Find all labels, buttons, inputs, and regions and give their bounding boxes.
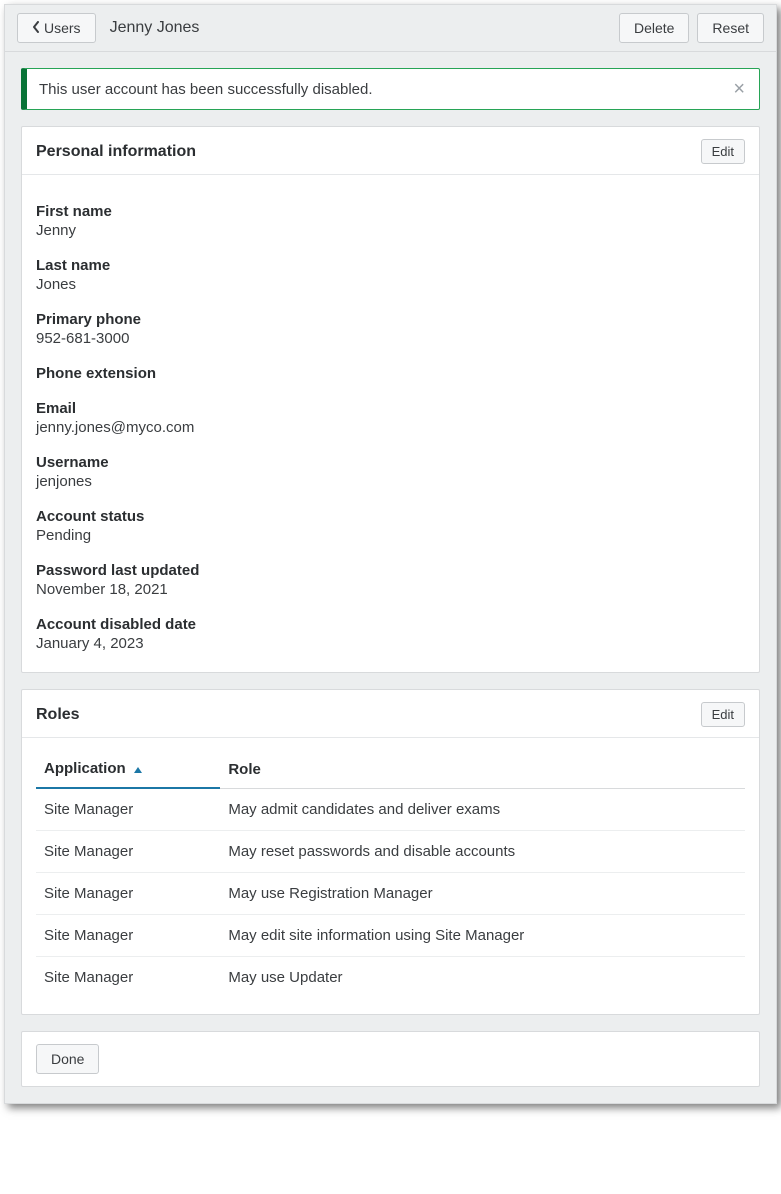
done-button[interactable]: Done	[36, 1044, 99, 1074]
back-users-button[interactable]: Users	[17, 13, 96, 43]
col-role-header[interactable]: Role	[220, 748, 745, 788]
col-application-label: Application	[44, 760, 126, 777]
alert-close-button[interactable]: ×	[729, 79, 749, 99]
delete-button[interactable]: Delete	[619, 13, 689, 43]
table-row: Site ManagerMay edit site information us…	[36, 915, 745, 957]
email-value: jenny.jones@myco.com	[36, 419, 745, 436]
roles-panel: Roles Edit Application	[21, 689, 760, 1015]
table-row: Site ManagerMay admit candidates and del…	[36, 788, 745, 831]
cell-application: Site Manager	[36, 873, 220, 915]
cell-role: May use Updater	[220, 957, 745, 999]
account-status-value: Pending	[36, 527, 745, 544]
page-title: Jenny Jones	[110, 19, 200, 37]
edit-personal-button[interactable]: Edit	[701, 139, 745, 164]
account-status-label: Account status	[36, 508, 745, 525]
roles-title: Roles	[36, 706, 701, 724]
table-row: Site ManagerMay use Registration Manager	[36, 873, 745, 915]
username-label: Username	[36, 454, 745, 471]
back-users-label: Users	[44, 20, 81, 36]
disabled-date-label: Account disabled date	[36, 616, 745, 633]
edit-roles-button[interactable]: Edit	[701, 702, 745, 727]
phone-ext-label: Phone extension	[36, 365, 745, 382]
pwd-updated-value: November 18, 2021	[36, 581, 745, 598]
close-icon: ×	[733, 78, 745, 100]
footer-panel: Done	[21, 1031, 760, 1087]
cell-application: Site Manager	[36, 831, 220, 873]
table-row: Site ManagerMay reset passwords and disa…	[36, 831, 745, 873]
roles-table: Application Role Site ManagerMay	[36, 748, 745, 998]
col-application-header[interactable]: Application	[36, 748, 220, 788]
table-row: Site ManagerMay use Updater	[36, 957, 745, 999]
cell-application: Site Manager	[36, 957, 220, 999]
last-name-label: Last name	[36, 257, 745, 274]
alert-message: This user account has been successfully …	[39, 81, 729, 98]
cell-role: May use Registration Manager	[220, 873, 745, 915]
sort-asc-icon	[134, 760, 142, 777]
cell-role: May edit site information using Site Man…	[220, 915, 745, 957]
chevron-left-icon	[32, 21, 42, 35]
personal-info-title: Personal information	[36, 143, 701, 161]
first-name-label: First name	[36, 203, 745, 220]
success-alert: This user account has been successfully …	[21, 68, 760, 110]
reset-button[interactable]: Reset	[697, 13, 764, 43]
cell-application: Site Manager	[36, 788, 220, 831]
cell-application: Site Manager	[36, 915, 220, 957]
personal-info-panel: Personal information Edit First name Jen…	[21, 126, 760, 673]
disabled-date-value: January 4, 2023	[36, 635, 745, 652]
username-value: jenjones	[36, 473, 745, 490]
email-label: Email	[36, 400, 745, 417]
cell-role: May admit candidates and deliver exams	[220, 788, 745, 831]
pwd-updated-label: Password last updated	[36, 562, 745, 579]
primary-phone-value: 952-681-3000	[36, 330, 745, 347]
col-role-label: Role	[228, 761, 261, 778]
topbar: Users Jenny Jones Delete Reset	[5, 5, 776, 52]
first-name-value: Jenny	[36, 222, 745, 239]
primary-phone-label: Primary phone	[36, 311, 745, 328]
last-name-value: Jones	[36, 276, 745, 293]
cell-role: May reset passwords and disable accounts	[220, 831, 745, 873]
